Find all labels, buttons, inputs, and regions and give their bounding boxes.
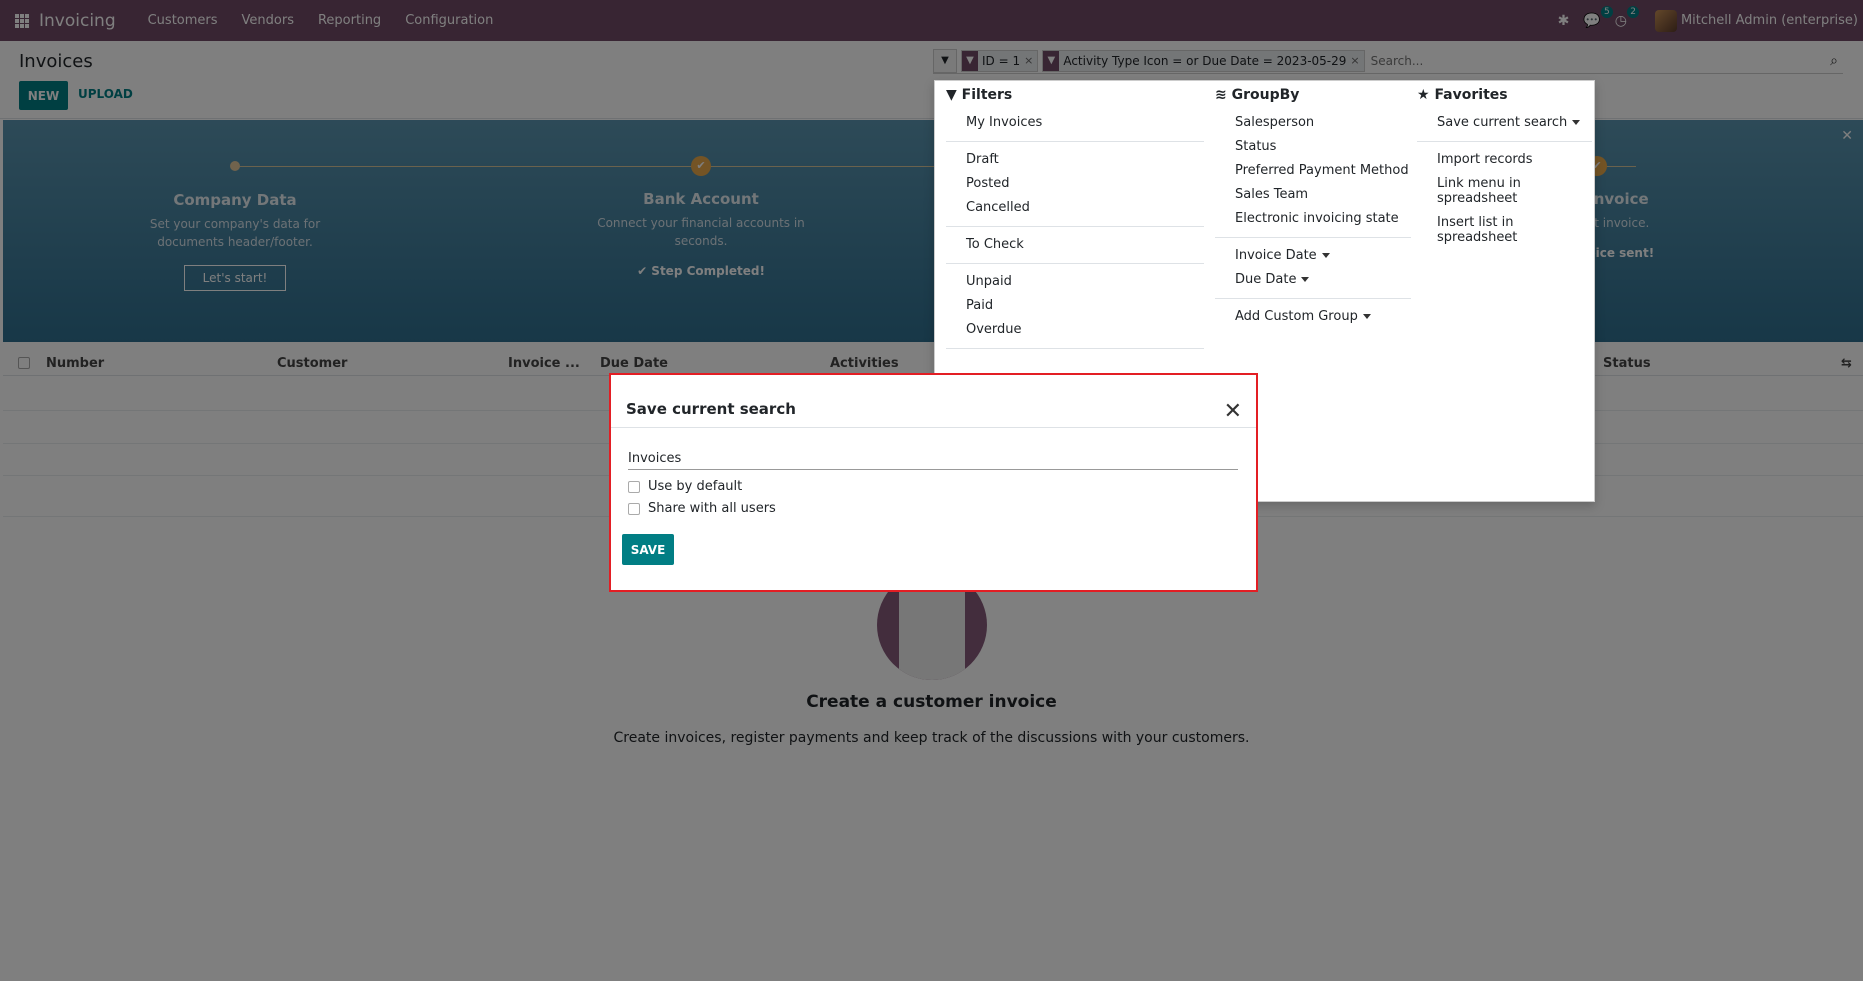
separator bbox=[946, 226, 1204, 227]
insert-list-spreadsheet[interactable]: Insert list in spreadsheet bbox=[1417, 211, 1592, 250]
filters-column: ▼ Filters My Invoices Draft Posted Cance… bbox=[946, 81, 1204, 355]
separator bbox=[1417, 141, 1592, 142]
filter-posted[interactable]: Posted bbox=[946, 172, 1204, 196]
favorites-column: ★ Favorites Save current search Import r… bbox=[1417, 81, 1592, 250]
filters-header: ▼ Filters bbox=[946, 87, 1204, 103]
groupby-header: ≋ GroupBy bbox=[1215, 87, 1411, 103]
save-current-search-toggle[interactable]: Save current search bbox=[1417, 111, 1592, 135]
share-all-row: Share with all users bbox=[628, 501, 776, 516]
favorites-header: ★ Favorites bbox=[1417, 87, 1592, 103]
groupby-einvoicing-state[interactable]: Electronic invoicing state bbox=[1215, 207, 1411, 231]
filter-paid[interactable]: Paid bbox=[946, 294, 1204, 318]
save-button[interactable]: SAVE bbox=[622, 534, 674, 565]
filters-title: Filters bbox=[961, 87, 1013, 103]
add-custom-group-select[interactable]: Add Custom Group bbox=[1215, 305, 1411, 329]
share-all-checkbox[interactable] bbox=[628, 502, 640, 515]
groupby-sales-team[interactable]: Sales Team bbox=[1215, 183, 1411, 207]
filter-my-invoices[interactable]: My Invoices bbox=[946, 111, 1204, 135]
groupby-column: ≋ GroupBy Salesperson Status Preferred P… bbox=[1215, 81, 1411, 329]
groupby-salesperson[interactable]: Salesperson bbox=[1215, 111, 1411, 135]
groupby-title: GroupBy bbox=[1231, 87, 1300, 103]
separator bbox=[1215, 298, 1411, 299]
dialog-divider bbox=[611, 427, 1256, 428]
separator bbox=[946, 348, 1204, 349]
use-default-label: Use by default bbox=[648, 479, 743, 494]
use-default-row: Use by default bbox=[628, 479, 742, 494]
save-search-dialog: Save current search ✕ Use by default Sha… bbox=[609, 373, 1258, 592]
link-menu-spreadsheet[interactable]: Link menu in spreadsheet bbox=[1417, 172, 1592, 211]
share-all-label: Share with all users bbox=[648, 501, 776, 516]
separator bbox=[1215, 237, 1411, 238]
filter-unpaid[interactable]: Unpaid bbox=[946, 270, 1204, 294]
groupby-payment-method[interactable]: Preferred Payment Method bbox=[1215, 159, 1411, 183]
separator bbox=[946, 141, 1204, 142]
dialog-title: Save current search bbox=[626, 400, 796, 418]
filter-to-check[interactable]: To Check bbox=[946, 233, 1204, 257]
filter-overdue[interactable]: Overdue bbox=[946, 318, 1204, 342]
groupby-due-date[interactable]: Due Date bbox=[1215, 268, 1411, 292]
groupby-status[interactable]: Status bbox=[1215, 135, 1411, 159]
star-icon: ★ bbox=[1417, 87, 1430, 103]
close-icon[interactable]: ✕ bbox=[1224, 401, 1242, 423]
groupby-invoice-date[interactable]: Invoice Date bbox=[1215, 244, 1411, 268]
use-default-checkbox[interactable] bbox=[628, 480, 640, 493]
filter-draft[interactable]: Draft bbox=[946, 148, 1204, 172]
filter-cancelled[interactable]: Cancelled bbox=[946, 196, 1204, 220]
separator bbox=[946, 263, 1204, 264]
import-records[interactable]: Import records bbox=[1417, 148, 1592, 172]
filter-icon: ▼ bbox=[946, 87, 957, 103]
favorites-title: Favorites bbox=[1434, 87, 1508, 103]
layers-icon: ≋ bbox=[1215, 87, 1227, 103]
favorite-name-input[interactable] bbox=[628, 448, 1238, 470]
